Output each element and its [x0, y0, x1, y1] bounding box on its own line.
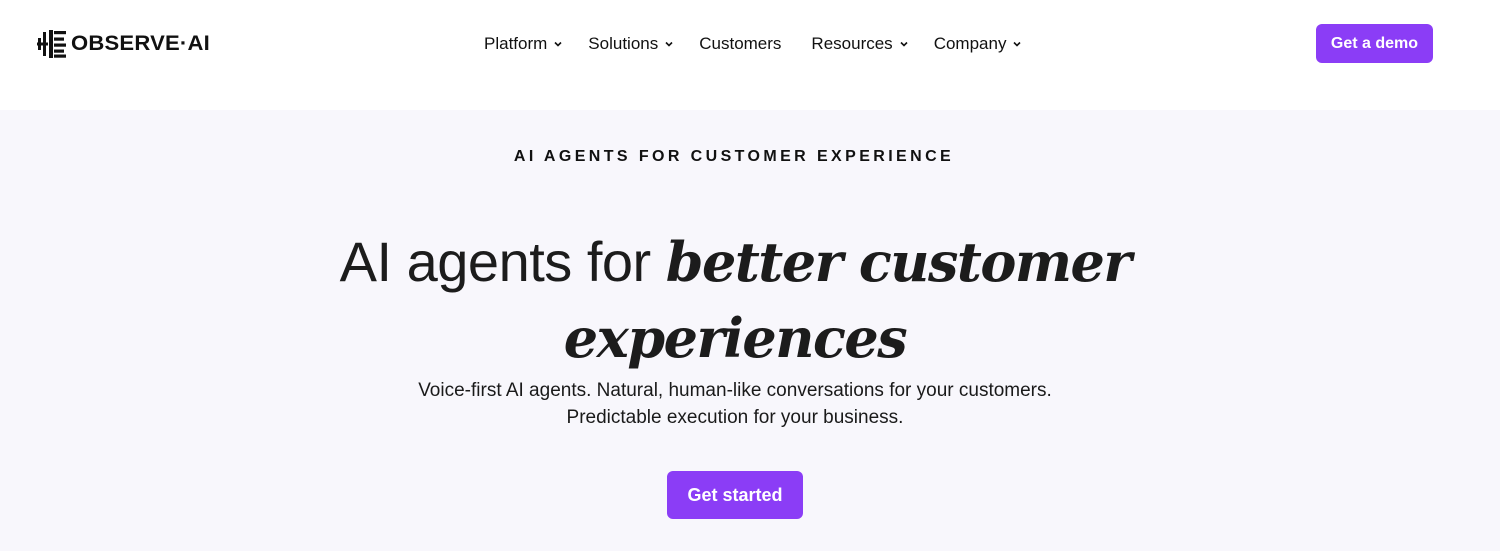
nav-item-label: Company	[933, 34, 1007, 53]
nav-item-label: Platform	[484, 34, 548, 53]
get-a-demo-button[interactable]: Get a demo	[1316, 24, 1433, 63]
main-nav: Platform Solutions Customers Resources C…	[484, 30, 1022, 58]
brand-logo[interactable]: OBSERVE·AI	[37, 28, 210, 60]
hero-headline: AI agents for better customer experience…	[0, 228, 1470, 380]
nav-item-solutions[interactable]: Solutions	[588, 34, 674, 54]
chevron-down-icon	[665, 41, 673, 47]
hero-subtitle: Voice-first AI agents. Natural, human-li…	[0, 377, 1470, 431]
nav-item-label: Resources	[811, 34, 893, 53]
hero-eyebrow: AI AGENTS FOR CUSTOMER EXPERIENCE	[513, 148, 955, 165]
get-started-button[interactable]: Get started	[667, 471, 803, 519]
top-navigation-bar: OBSERVE·AI Platform Solutions Customers …	[0, 0, 1500, 110]
observe-ai-logo-icon	[37, 30, 66, 58]
nav-item-customers[interactable]: Customers	[699, 34, 781, 54]
brand-name: OBSERVE·AI	[71, 32, 210, 55]
hero-section: AI AGENTS FOR CUSTOMER EXPERIENCE AI age…	[0, 110, 1500, 551]
chevron-down-icon	[554, 41, 562, 47]
headline-italic-text-line2: experiences	[563, 306, 908, 370]
headline-plain-text: AI agents for	[339, 230, 666, 293]
chevron-down-icon	[900, 41, 908, 47]
chevron-down-icon	[1013, 41, 1022, 47]
headline-italic-text: better customer	[665, 230, 1132, 294]
subtitle-line-2: Predictable execution for your business.	[566, 407, 904, 428]
nav-item-resources[interactable]: Resources	[811, 34, 908, 54]
subtitle-line-1: Voice-first AI agents. Natural, human-li…	[418, 380, 1052, 401]
nav-item-label: Solutions	[588, 34, 659, 53]
nav-item-label: Customers	[699, 34, 782, 53]
nav-item-company[interactable]: Company	[934, 34, 1023, 54]
nav-item-platform[interactable]: Platform	[484, 34, 563, 54]
